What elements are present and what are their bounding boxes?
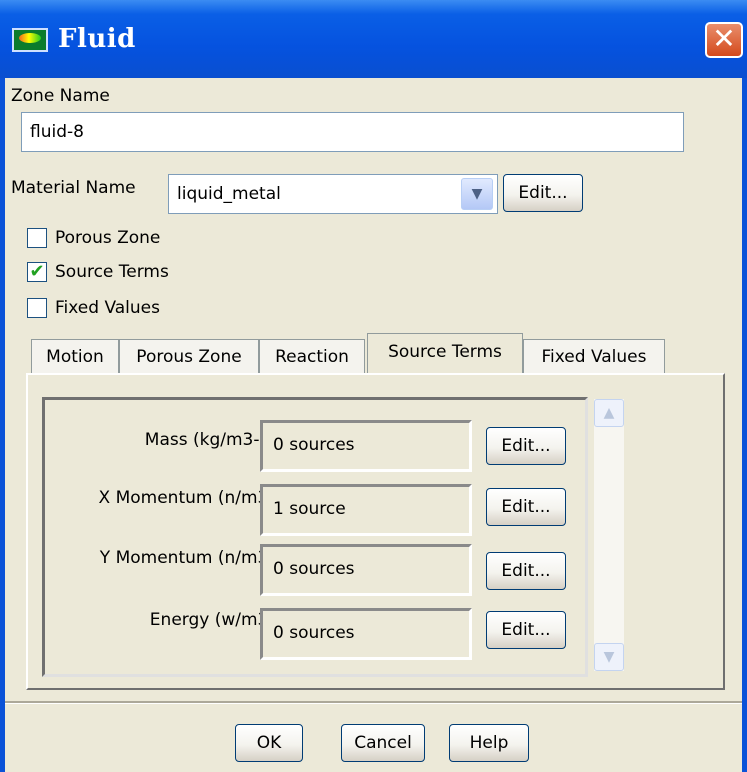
tab-source-terms[interactable]: Source Terms: [367, 333, 523, 373]
help-button[interactable]: Help: [449, 724, 529, 762]
x-momentum-source-label: X Momentum (n/m3): [98, 488, 275, 508]
mass-source-label: Mass (kg/m3-s): [144, 430, 275, 450]
material-select[interactable]: liquid_metal ▼: [168, 174, 498, 214]
mass-edit-button[interactable]: Edit...: [486, 427, 566, 465]
fixed-values-label: Fixed Values: [55, 298, 160, 318]
material-select-value: liquid_metal: [177, 184, 281, 204]
footer-separator: [5, 701, 742, 704]
chevron-down-icon[interactable]: ▼: [461, 178, 493, 210]
y-momentum-source-label: Y Momentum (n/m3): [99, 548, 275, 568]
x-momentum-source-value: 1 source: [260, 484, 472, 536]
fluent-app-icon: [12, 28, 48, 52]
window-title: Fluid: [58, 24, 136, 54]
tab-fixed-values[interactable]: Fixed Values: [523, 339, 665, 373]
zone-name-input[interactable]: fluid-8: [21, 112, 684, 152]
dialog-body: Zone Name fluid-8 Material Name liquid_m…: [5, 78, 742, 772]
vertical-scrollbar[interactable]: ▲ ▼: [594, 399, 624, 671]
fluid-dialog: Fluid ✕ Zone Name fluid-8 Material Name …: [0, 0, 747, 772]
material-name-label: Material Name: [11, 178, 136, 198]
porous-zone-label: Porous Zone: [55, 228, 161, 248]
cancel-button[interactable]: Cancel: [341, 724, 425, 762]
fixed-values-checkbox[interactable]: [27, 298, 47, 318]
material-edit-button[interactable]: Edit...: [503, 174, 583, 212]
title-bar[interactable]: Fluid ✕: [0, 0, 747, 78]
scroll-up-icon[interactable]: ▲: [594, 399, 624, 427]
energy-source-label: Energy (w/m3): [149, 610, 275, 630]
ok-button[interactable]: OK: [235, 724, 303, 762]
porous-zone-checkbox[interactable]: [27, 228, 47, 248]
tab-porous-zone[interactable]: Porous Zone: [119, 339, 259, 373]
mass-source-value: 0 sources: [260, 420, 472, 472]
energy-source-value: 0 sources: [260, 608, 472, 660]
y-momentum-edit-button[interactable]: Edit...: [486, 552, 566, 590]
tab-motion[interactable]: Motion: [31, 339, 119, 373]
energy-edit-button[interactable]: Edit...: [486, 611, 566, 649]
zone-name-label: Zone Name: [11, 86, 110, 106]
scroll-down-icon[interactable]: ▼: [594, 643, 624, 671]
x-momentum-edit-button[interactable]: Edit...: [486, 488, 566, 526]
close-button[interactable]: ✕: [705, 22, 743, 58]
tab-reaction[interactable]: Reaction: [259, 339, 365, 373]
source-terms-checkbox[interactable]: ✔: [27, 262, 47, 282]
y-momentum-source-value: 0 sources: [260, 544, 472, 596]
source-terms-label: Source Terms: [55, 262, 169, 282]
